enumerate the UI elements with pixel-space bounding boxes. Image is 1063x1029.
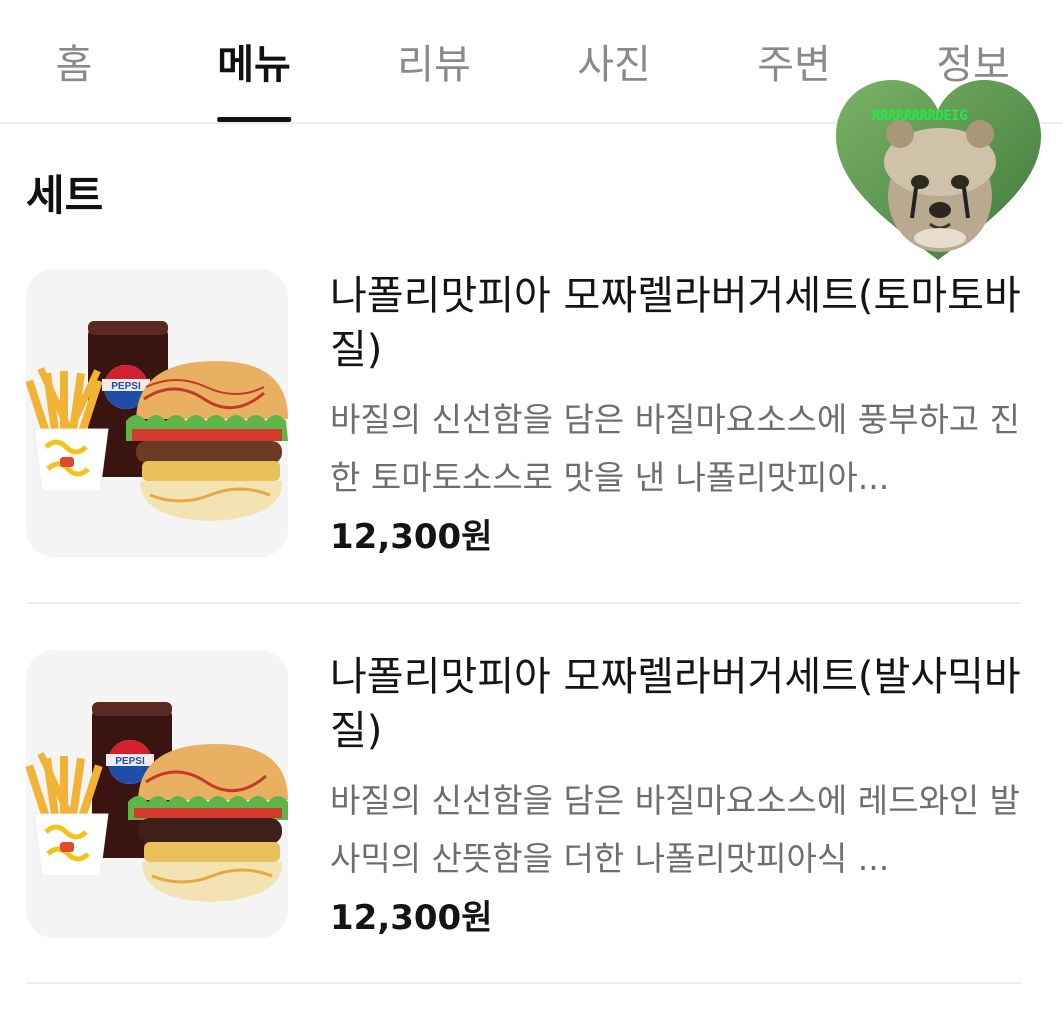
tab-home[interactable]: 홈 <box>56 32 93 122</box>
divider <box>26 982 1022 984</box>
tab-nearby-label: 주변 <box>757 42 831 88</box>
tab-reviews[interactable]: 리뷰 <box>397 32 471 122</box>
menu-item-image[interactable]: PEPSI <box>26 650 288 938</box>
menu-item-name[interactable]: 나폴리맛피아 모짜렐라버거세트(발사믹바질) <box>330 650 1030 758</box>
menu-item-description: 바질의 신선함을 담은 바질마요소스에 풍부하고 진한 토마토소스로 맛을 낸 … <box>330 400 1021 497</box>
tab-photos[interactable]: 사진 <box>577 32 651 122</box>
sticker-text: RRRRRRRRDEIG <box>872 108 968 124</box>
section-title: 세트 <box>26 171 104 220</box>
svg-text:PEPSI: PEPSI <box>111 381 141 392</box>
tab-reviews-label: 리뷰 <box>397 42 471 88</box>
cheetah-heart-sticker: RRRRRRRRDEIG <box>836 78 1041 263</box>
svg-text:PEPSI: PEPSI <box>115 756 145 767</box>
menu-item-description: 바질의 신선함을 담은 바질마요소스에 레드와인 발사믹의 산뜻함을 더한 나폴… <box>330 781 1021 878</box>
menu-item-image[interactable]: PEPSI <box>26 269 288 557</box>
menu-item-name[interactable]: 나폴리맛피아 모짜렐라버거세트(토마토바질) <box>330 269 1030 377</box>
heart-icon <box>836 80 1041 260</box>
menu-page: 홈 메뉴 리뷰 사진 주변 정보 세트 PEPSI 나폴리맛피아 모짜렐라버거세… <box>0 0 1063 1029</box>
set-meal-illustration: PEPSI <box>26 702 288 902</box>
menu-item-price: 12,300원 <box>330 898 493 938</box>
tab-menu-label: 메뉴 <box>217 42 291 88</box>
menu-item-price: 12,300원 <box>330 517 493 557</box>
set-meal-illustration: PEPSI <box>26 321 288 521</box>
active-tab-indicator <box>217 117 291 122</box>
divider <box>26 602 1022 604</box>
menu-item[interactable]: PEPSI <box>0 650 1063 940</box>
tab-home-label: 홈 <box>55 42 93 88</box>
menu-item[interactable]: PEPSI <box>0 269 1063 559</box>
tab-photos-label: 사진 <box>577 42 651 88</box>
tab-menu[interactable]: 메뉴 <box>217 32 291 122</box>
tab-nearby[interactable]: 주변 <box>757 32 831 122</box>
